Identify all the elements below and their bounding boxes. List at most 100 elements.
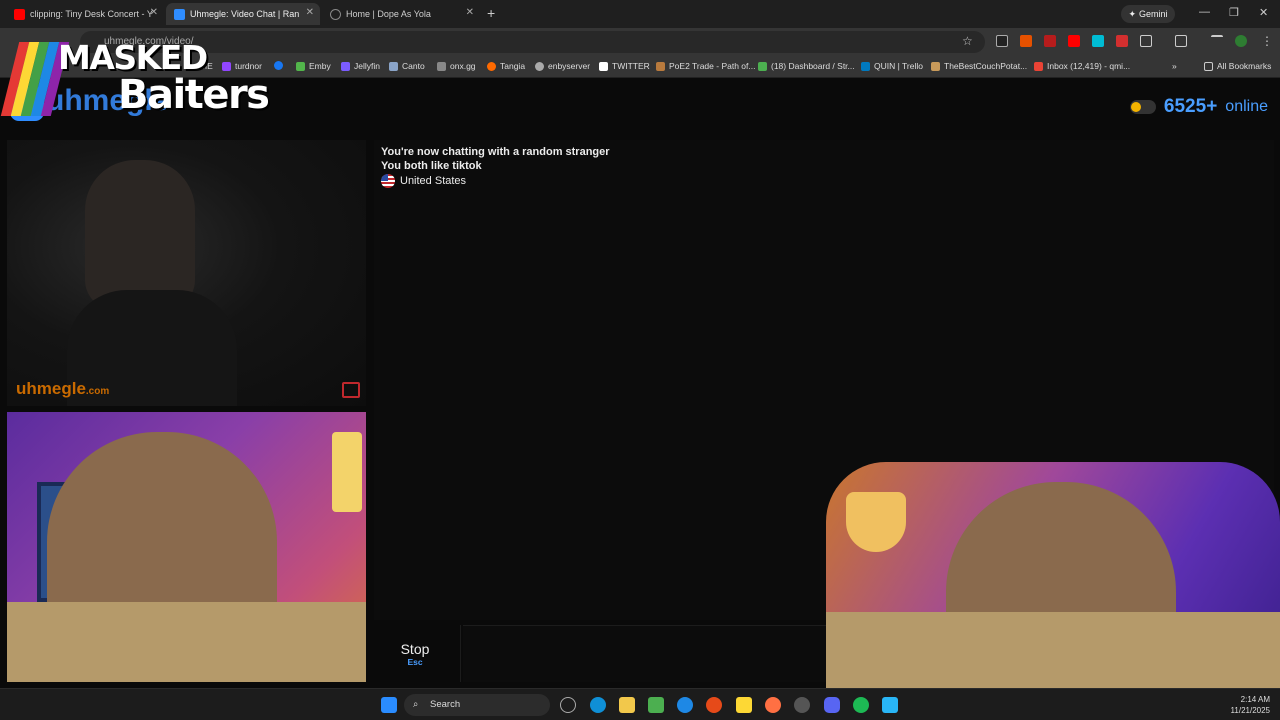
close-icon[interactable]: ✕	[466, 7, 474, 18]
youtube-extension-icon[interactable]	[1068, 35, 1080, 47]
spotify-icon[interactable]	[853, 697, 869, 713]
facebook-icon	[274, 61, 283, 70]
search-label: Search	[430, 699, 461, 710]
discord-icon[interactable]	[824, 697, 840, 713]
widgets-icon[interactable]	[560, 697, 576, 713]
bookmark-jellyfin[interactable]: Jellyfin	[341, 61, 380, 71]
close-icon[interactable]: ✕	[306, 7, 314, 18]
bookmark-facebook[interactable]	[274, 61, 283, 70]
all-bookmarks-button[interactable]: All Bookmarks	[1204, 61, 1271, 71]
menu-lines-icon[interactable]	[1211, 35, 1223, 47]
emby-icon	[296, 61, 305, 71]
all-bookmarks-label: All Bookmarks	[1217, 61, 1272, 71]
bookmark-enbyserver[interactable]: enbyserver	[535, 61, 590, 71]
sparkle-icon: ✦	[1128, 8, 1137, 19]
overlay-couch	[826, 612, 1280, 692]
gmail-icon	[1034, 61, 1043, 71]
puzzle-icon[interactable]	[1140, 35, 1152, 47]
bookmark-gmail[interactable]: Inbox (12,419) - qmi...	[1034, 61, 1130, 71]
taskbar: ⌕ Search 2:14 AM 11/21/2025	[0, 688, 1280, 720]
canto-icon	[389, 61, 398, 71]
stop-shortcut: Esc	[407, 657, 423, 667]
tab-uhmegle[interactable]: Uhmegle: Video Chat | Ran ✕	[166, 3, 320, 25]
bookmark-poe2[interactable]: PoE2 Trade - Path of...	[656, 61, 755, 71]
bookmark-label: TWITTER	[612, 61, 650, 71]
bookmark-canto[interactable]: Canto	[389, 61, 425, 71]
bookmark-trello[interactable]: QUIN | Trello	[861, 61, 923, 71]
gemini-button[interactable]: ✦ Gemini	[1121, 5, 1175, 23]
seven-tv-icon[interactable]	[1092, 35, 1104, 47]
tab-strip: clipping: Tiny Desk Concert - Y ✕ Uhmegl…	[0, 0, 1280, 28]
report-flag-icon[interactable]	[342, 382, 360, 398]
date: 11/21/2025	[1230, 706, 1270, 715]
bookmark-couchpotato[interactable]: TheBestCouchPotat...	[931, 61, 1027, 71]
new-tab-button[interactable]: +	[487, 5, 495, 21]
bookmark-tangia[interactable]: Tangia	[487, 61, 525, 71]
watermark-text: uhmegle	[16, 379, 86, 398]
watermark-suffix: .com	[85, 386, 110, 397]
app-icon[interactable]	[706, 697, 722, 713]
stop-button[interactable]: Stop Esc	[370, 625, 461, 682]
star-icon[interactable]: ☆	[962, 34, 973, 48]
tab-title: Home | Dope As Yola	[346, 9, 431, 19]
file-explorer-icon[interactable]	[619, 697, 635, 713]
online-label: online	[1225, 98, 1268, 115]
extension-icon[interactable]	[1020, 35, 1032, 47]
uhmegle-icon	[174, 8, 185, 20]
jellyfin-icon	[341, 61, 350, 71]
app-icon[interactable]	[882, 697, 898, 713]
us-flag-icon	[381, 174, 395, 188]
taskbar-clock[interactable]: 2:14 AM 11/21/2025	[1231, 694, 1270, 716]
kebab-menu-icon[interactable]: ⋮	[1261, 34, 1273, 48]
bookmark-onx[interactable]: onx.gg	[437, 61, 476, 71]
close-window-icon[interactable]: ✕	[1259, 6, 1268, 19]
sticky-notes-icon[interactable]	[736, 697, 752, 713]
bookmark-twitter[interactable]: TWITTER	[599, 61, 650, 71]
logo-stripes	[0, 42, 70, 116]
uhmegle-watermark: uhmegle.com	[16, 379, 109, 399]
bookmark-dashboard[interactable]: (18) Dashboard / Str...	[758, 61, 855, 71]
terminal-icon[interactable]	[648, 697, 664, 713]
avatar[interactable]	[1235, 35, 1247, 47]
obs-icon[interactable]	[794, 697, 810, 713]
tab-yola[interactable]: Home | Dope As Yola ✕	[322, 3, 480, 25]
globe-icon	[535, 61, 544, 71]
system-message: You're now chatting with a random strang…	[381, 146, 610, 158]
youtube-icon	[14, 8, 25, 20]
tab-youtube[interactable]: clipping: Tiny Desk Concert - Y ✕	[6, 3, 164, 25]
couch	[7, 602, 366, 682]
extension-icon[interactable]	[1044, 35, 1056, 47]
time: 2:14 AM	[1240, 695, 1270, 704]
theme-toggle[interactable]	[1129, 100, 1156, 114]
sidepanel-icon[interactable]	[1175, 35, 1187, 47]
country-row: United States	[381, 174, 466, 188]
chevron-right-icon[interactable]: »	[1172, 61, 1177, 71]
poe-icon	[656, 61, 665, 71]
k-extension-icon[interactable]	[996, 35, 1008, 47]
extension-icon[interactable]	[1116, 35, 1128, 47]
system-message: You both like tiktok	[381, 160, 482, 172]
onx-icon	[437, 61, 446, 71]
stop-label: Stop	[400, 641, 430, 657]
loading-icon	[330, 8, 341, 20]
edge-icon[interactable]	[590, 697, 606, 713]
minimize-icon[interactable]: —	[1199, 6, 1210, 18]
windows-start-icon[interactable]	[381, 697, 397, 713]
bookmark-emby[interactable]: Emby	[296, 61, 331, 71]
tangia-icon	[487, 61, 496, 71]
close-icon[interactable]: ✕	[150, 7, 158, 18]
online-count: 6525+	[1163, 96, 1218, 117]
bookmark-label: Tangia	[500, 61, 526, 71]
gemini-label: Gemini	[1139, 9, 1168, 19]
bookmark-label: Canto	[402, 61, 425, 71]
tab-title: Uhmegle: Video Chat | Ran	[190, 9, 300, 19]
taskbar-search[interactable]: ⌕ Search	[404, 694, 550, 716]
online-indicator: 6525+ online	[1129, 96, 1268, 118]
x-icon	[599, 61, 608, 71]
bookmark-label: (18) Dashboard / Str...	[771, 61, 855, 71]
chrome-icon[interactable]	[677, 697, 693, 713]
restore-icon[interactable]: ❐	[1229, 6, 1239, 19]
couchpotato-icon	[931, 61, 940, 71]
firefox-icon[interactable]	[765, 697, 781, 713]
bookmark-label: TheBestCouchPotat...	[944, 61, 1028, 71]
